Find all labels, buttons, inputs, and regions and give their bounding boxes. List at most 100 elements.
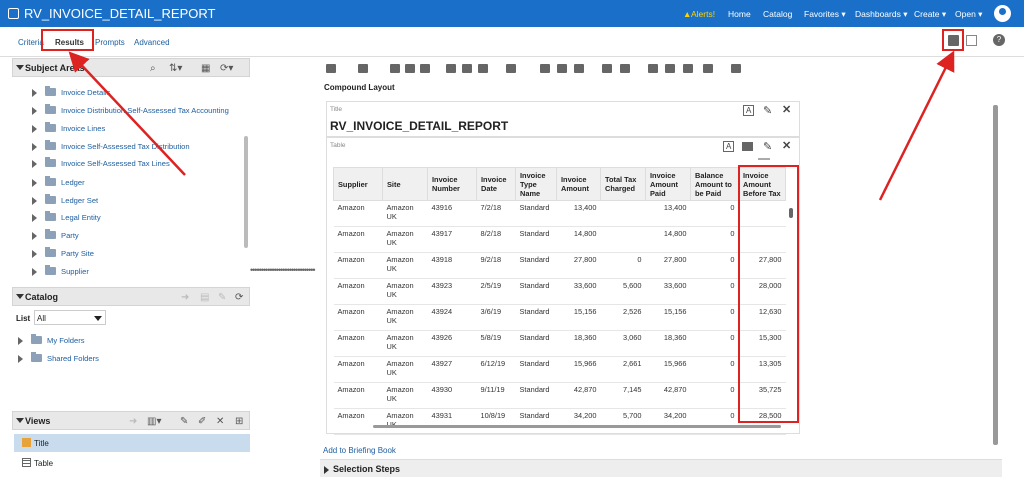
- main-scrollbar[interactable]: [993, 105, 998, 445]
- print-icon[interactable]: [326, 64, 336, 73]
- table-cell: 14,800: [556, 226, 601, 253]
- subject-areas-scrollbar[interactable]: [244, 136, 248, 248]
- view-item-title[interactable]: Title: [14, 434, 250, 452]
- resize-handle[interactable]: [758, 158, 770, 160]
- table-cell: 0: [690, 356, 739, 383]
- table-cell: 7,145: [600, 382, 646, 409]
- table-cell: Amazon: [333, 252, 383, 279]
- table-cell: 0: [690, 304, 739, 331]
- add-subject-area-icon[interactable]: ▦: [201, 63, 210, 74]
- table-cell: 13,400: [645, 200, 691, 227]
- table-cell: 34,200: [645, 408, 691, 435]
- format-container-icon[interactable]: A: [723, 141, 735, 152]
- table-cell: 5/8/19: [476, 330, 516, 357]
- nav-create[interactable]: Create ▾: [914, 9, 946, 20]
- collapse-icon[interactable]: [16, 294, 24, 299]
- page-title: RV_INVOICE_DETAIL_REPORT: [24, 6, 216, 21]
- view-item-table[interactable]: Table: [14, 454, 250, 472]
- edit-view-icon[interactable]: ✎: [763, 140, 772, 153]
- refresh-icon[interactable]: [462, 64, 472, 73]
- export-icon[interactable]: [358, 64, 368, 73]
- table-cell: Amazon UK: [382, 252, 428, 279]
- table-cell: 0: [690, 382, 739, 409]
- selection-steps-icon[interactable]: [557, 64, 567, 73]
- expand-icon: [324, 466, 329, 474]
- layout-icon[interactable]: [683, 64, 693, 73]
- list-select-value: All: [37, 314, 46, 323]
- table-view-icon: [22, 458, 31, 467]
- remove-view-icon[interactable]: ✕: [782, 103, 791, 116]
- column-properties-icon[interactable]: [648, 64, 658, 73]
- collapse-icon[interactable]: [16, 418, 24, 423]
- table-cell: Standard: [515, 382, 557, 409]
- data-view-icon[interactable]: [478, 64, 488, 73]
- nav-favorites[interactable]: Favorites ▾: [804, 9, 846, 20]
- pane-splitter[interactable]: ••••••••••••••••••••••••••••••: [250, 265, 320, 275]
- column-header[interactable]: Invoice Amount: [556, 167, 601, 201]
- selection-steps-bar[interactable]: Selection Steps: [320, 459, 1002, 477]
- import-icon[interactable]: [620, 64, 630, 73]
- column-header[interactable]: Invoice Number: [427, 167, 477, 201]
- table-h-scrollbar[interactable]: [373, 425, 781, 428]
- column-header[interactable]: Supplier: [333, 167, 383, 201]
- table-cell: 43917: [427, 226, 477, 253]
- alerts-link[interactable]: Alerts!: [691, 9, 715, 19]
- table-cell: 43931: [427, 408, 477, 435]
- add-to-layout-icon[interactable]: ⊞: [235, 416, 243, 427]
- nav-dashboards[interactable]: Dashboards ▾: [855, 9, 907, 20]
- column-header[interactable]: Balance Amount to be Paid: [690, 167, 739, 201]
- new-view-icon[interactable]: [506, 64, 516, 73]
- tab-advanced[interactable]: Advanced: [134, 38, 170, 47]
- search-icon[interactable]: ⌕: [150, 63, 156, 74]
- column-header[interactable]: Site: [382, 167, 428, 201]
- text-icon[interactable]: [602, 64, 612, 73]
- format-view-icon[interactable]: [742, 142, 753, 151]
- tab-prompts[interactable]: Prompts: [95, 38, 125, 47]
- view-item-label: Table: [34, 459, 54, 468]
- table-cell: 5,700: [600, 408, 646, 435]
- collapse-icon[interactable]: [16, 65, 24, 70]
- chart-icon[interactable]: [731, 64, 741, 73]
- refresh-icon[interactable]: ⟳▾: [220, 63, 233, 74]
- table-cell: Standard: [515, 252, 557, 279]
- edit-view-icon[interactable]: ✎: [180, 416, 188, 427]
- sort-icon[interactable]: ⇅▾: [169, 63, 182, 74]
- table-cell: 6/12/19: [476, 356, 516, 383]
- column-header[interactable]: Invoice Amount Paid: [645, 167, 691, 201]
- nav-open[interactable]: Open ▾: [955, 9, 982, 20]
- column-header[interactable]: Invoice Type Name: [515, 167, 557, 201]
- subject-areas-header: Subject Areas ⌕ ⇅▾ ▦ ⟳▾: [12, 58, 250, 77]
- column-header[interactable]: Total Tax Charged: [600, 167, 646, 201]
- table-cell: 33,600: [645, 278, 691, 305]
- remove-view-icon[interactable]: ✕: [782, 139, 791, 152]
- data-table: Supplier Site Invoice Number Invoice Dat…: [333, 167, 786, 435]
- compound-layout-icon[interactable]: [665, 64, 675, 73]
- help-icon[interactable]: ?: [993, 34, 1005, 46]
- table-settings-icon[interactable]: [966, 35, 977, 46]
- delete-view-icon[interactable]: ✕: [216, 416, 224, 427]
- table-row: Amazon Amazon UK 43923 2/5/19 Standard 33,600…: [333, 278, 786, 305]
- calculated-item-icon[interactable]: [574, 64, 584, 73]
- nav-catalog[interactable]: Catalog: [763, 9, 792, 19]
- edit-view-icon[interactable]: ✎: [763, 104, 772, 117]
- new-view-icon[interactable]: ▥▾: [147, 416, 161, 427]
- user-avatar-icon[interactable]: [994, 5, 1011, 22]
- pagination-icon[interactable]: [703, 64, 713, 73]
- print-preview-icon[interactable]: [446, 64, 456, 73]
- format-container-icon[interactable]: A: [743, 105, 755, 116]
- table-cell: 18,360: [556, 330, 601, 357]
- tab-criteria[interactable]: Criteria: [18, 38, 44, 47]
- filters-icon[interactable]: [540, 64, 550, 73]
- list-select[interactable]: All: [34, 310, 106, 325]
- column-header[interactable]: Invoice Date: [476, 167, 516, 201]
- nav-home[interactable]: Home: [728, 9, 751, 19]
- table-cell: Amazon: [333, 278, 383, 305]
- compound-layout-label: Compound Layout: [324, 83, 395, 92]
- table-cell: Amazon UK: [382, 330, 428, 357]
- schedule-icon[interactable]: [420, 64, 430, 73]
- rename-view-icon[interactable]: ✐: [198, 416, 206, 427]
- view-properties-icon[interactable]: [390, 64, 400, 73]
- add-to-briefing-book-link[interactable]: Add to Briefing Book: [323, 446, 396, 455]
- refresh-icon[interactable]: ⟳: [235, 292, 243, 303]
- prompt-icon[interactable]: [405, 64, 415, 73]
